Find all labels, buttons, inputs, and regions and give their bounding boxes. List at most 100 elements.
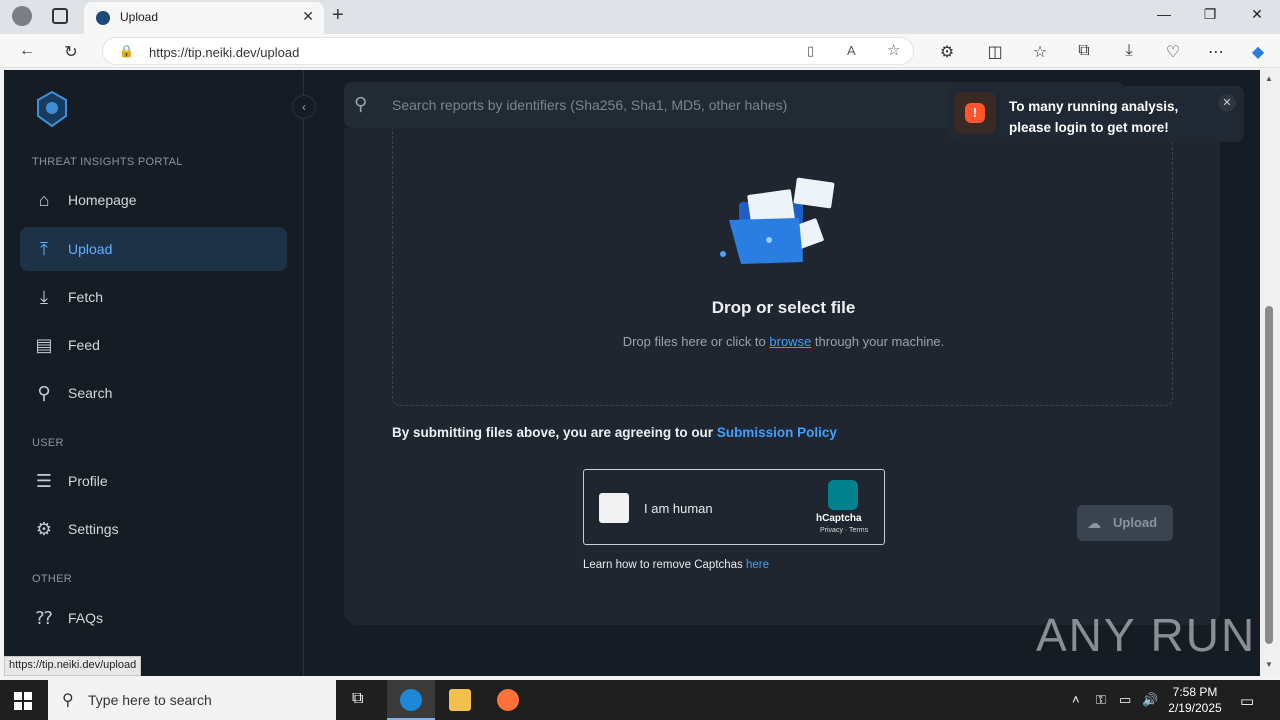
back-icon[interactable]: ← [16, 42, 38, 60]
submission-policy-link[interactable]: Submission Policy [717, 425, 837, 440]
search-icon: ⚲ [37, 383, 51, 403]
taskbar-edge[interactable] [387, 680, 435, 720]
favorites-icon[interactable]: ☆ [1029, 42, 1051, 62]
anyrun-watermark: ANY RUN [1036, 609, 1257, 661]
clock-time: 7:58 PM [1172, 685, 1218, 699]
search-icon: ⚲ [62, 692, 74, 709]
site-favicon-icon [96, 11, 110, 25]
app-logo-icon[interactable] [34, 90, 70, 128]
tab-close-icon[interactable]: ✕ [302, 8, 314, 25]
minimize-button[interactable]: — [1141, 6, 1187, 22]
notifications-icon[interactable]: ▭ [1240, 692, 1254, 710]
tray-chevron-icon[interactable]: ˄ [1072, 692, 1080, 707]
warning-icon: ! [965, 103, 985, 123]
captcha-terms-link[interactable]: Privacy · Terms [820, 527, 880, 534]
lock-icon[interactable]: 🔒 [119, 44, 134, 58]
upload-icon: ⤒ [40, 239, 48, 259]
cloud-upload-icon: ☁ [1087, 515, 1101, 531]
copilot-icon[interactable]: ◆ [1247, 42, 1269, 62]
upload-card: Drop or select file Drop files here or c… [344, 128, 1220, 625]
sidebar-item-faqs[interactable]: ⁇ FAQs [20, 596, 287, 640]
agreement-prefix: By submitting files above, you are agree… [392, 425, 717, 440]
folder-illustration-icon [720, 177, 835, 264]
collections-icon[interactable]: ⧉ [1073, 42, 1095, 60]
tray-app-icon[interactable]: ⚿ [1096, 692, 1106, 708]
taskbar-file-explorer[interactable] [436, 680, 484, 720]
downloads-icon[interactable]: ⤓ [1118, 42, 1140, 60]
captcha-label: I am human [644, 501, 713, 516]
feed-icon: ▤ [35, 335, 53, 355]
captcha-help-text: Learn how to remove Captchas here [583, 559, 769, 571]
address-toolbar: ← ↻ 🔒 https://tip.neiki.dev/upload ▯ A ☆… [0, 34, 1280, 68]
toast-badge: ! [954, 92, 996, 134]
edge-icon [400, 689, 422, 711]
profile-icon[interactable] [12, 6, 32, 26]
scroll-down-icon[interactable]: ▼ [1265, 660, 1273, 669]
favorite-star-icon[interactable]: ☆ [887, 41, 900, 59]
address-bar[interactable]: 🔒 https://tip.neiki.dev/upload ▯ A ☆ [102, 37, 914, 65]
sidebar-item-settings[interactable]: ⚙ Settings [20, 507, 287, 551]
extensions-icon[interactable]: ⚙ [936, 42, 958, 62]
browse-link[interactable]: browse [769, 334, 811, 349]
faq-icon: ⁇ [35, 608, 53, 628]
profile-icon: ☰ [35, 471, 53, 491]
sidebar-item-label: FAQs [68, 610, 104, 626]
file-dropzone[interactable]: Drop or select file Drop files here or c… [392, 128, 1173, 406]
link-status-bar: https://tip.neiki.dev/upload [4, 656, 142, 676]
browser-tab[interactable]: Upload ✕ [84, 2, 324, 34]
sidebar-item-search[interactable]: ⚲ Search [20, 371, 287, 415]
url-text[interactable]: https://tip.neiki.dev/upload [149, 45, 299, 60]
taskbar-search[interactable]: ⚲ Type here to search [48, 680, 336, 720]
sidebar-item-label: Profile [68, 473, 108, 489]
browser-essentials-icon[interactable]: ♡ [1162, 42, 1184, 62]
upload-button-label: Upload [1113, 515, 1158, 530]
taskbar-clock[interactable]: 7:58 PM 2/19/2025 [1160, 684, 1230, 716]
upload-button[interactable]: ☁ Upload [1077, 505, 1173, 541]
read-aloud-icon[interactable]: A [847, 43, 856, 58]
error-toast: ! To many running analysis, please login… [948, 86, 1244, 142]
sidebar-item-upload[interactable]: ⤒ Upload [20, 227, 287, 271]
firefox-icon [497, 689, 519, 711]
taskbar-firefox[interactable] [484, 680, 532, 720]
volume-icon[interactable]: 🔊 [1142, 692, 1158, 708]
sidebar-item-label: Upload [68, 241, 113, 257]
page-scrollbar[interactable]: ▲ ▼ [1260, 70, 1280, 676]
sidebar-item-fetch[interactable]: ⤓ Fetch [20, 275, 287, 319]
split-screen-icon[interactable]: ◫ [984, 42, 1006, 62]
refresh-icon[interactable]: ↻ [60, 42, 82, 62]
tab-actions-icon[interactable] [52, 8, 68, 24]
reader-view-icon[interactable]: ▯ [807, 43, 814, 59]
sidebar-item-profile[interactable]: ☰ Profile [20, 459, 287, 503]
section-label-portal: THREAT INSIGHTS PORTAL [32, 156, 183, 168]
tab-title: Upload [120, 10, 159, 24]
hcaptcha-widget: I am human hCaptcha Privacy · Terms [583, 469, 885, 545]
section-label-other: OTHER [32, 573, 72, 585]
scrollbar-thumb[interactable] [1265, 306, 1273, 644]
new-tab-button[interactable]: + [332, 4, 344, 27]
dropzone-title: Drop or select file [711, 298, 856, 317]
scroll-up-icon[interactable]: ▲ [1265, 74, 1273, 83]
close-window-button[interactable]: ✕ [1234, 6, 1280, 23]
sidebar-item-feed[interactable]: ▤ Feed [20, 323, 287, 367]
taskbar-search-input[interactable]: Type here to search [88, 692, 212, 708]
browser-tab-bar: Upload ✕ + — ❐ ✕ [0, 0, 1280, 34]
captcha-checkbox[interactable] [599, 493, 629, 523]
more-menu-icon[interactable]: ⋯ [1205, 42, 1227, 62]
hcaptcha-logo-icon [828, 480, 858, 510]
home-icon: ⌂ [38, 190, 50, 210]
captcha-help-link[interactable]: here [746, 559, 769, 571]
main-content: ⚲ Search reports by identifiers (Sha256,… [304, 70, 1260, 676]
task-view-button[interactable]: ⧉ [336, 680, 384, 720]
captcha-help-prefix: Learn how to remove Captchas [583, 559, 747, 571]
task-view-icon: ⧉ [352, 690, 364, 707]
toast-close-icon[interactable]: ✕ [1218, 94, 1236, 112]
windows-start-icon[interactable] [14, 692, 32, 710]
search-input[interactable]: Search reports by identifiers (Sha256, S… [392, 97, 787, 113]
dropzone-subtitle: Drop files here or click to browse throu… [393, 334, 1174, 349]
sidebar: THREAT INSIGHTS PORTAL ⌂ Homepage ⤒ Uplo… [4, 70, 304, 676]
captcha-brand: hCaptcha [816, 513, 862, 524]
restore-button[interactable]: ❐ [1187, 6, 1233, 23]
section-label-user: USER [32, 437, 64, 449]
network-icon[interactable]: ▭ [1119, 692, 1131, 708]
sidebar-item-homepage[interactable]: ⌂ Homepage [20, 178, 287, 222]
